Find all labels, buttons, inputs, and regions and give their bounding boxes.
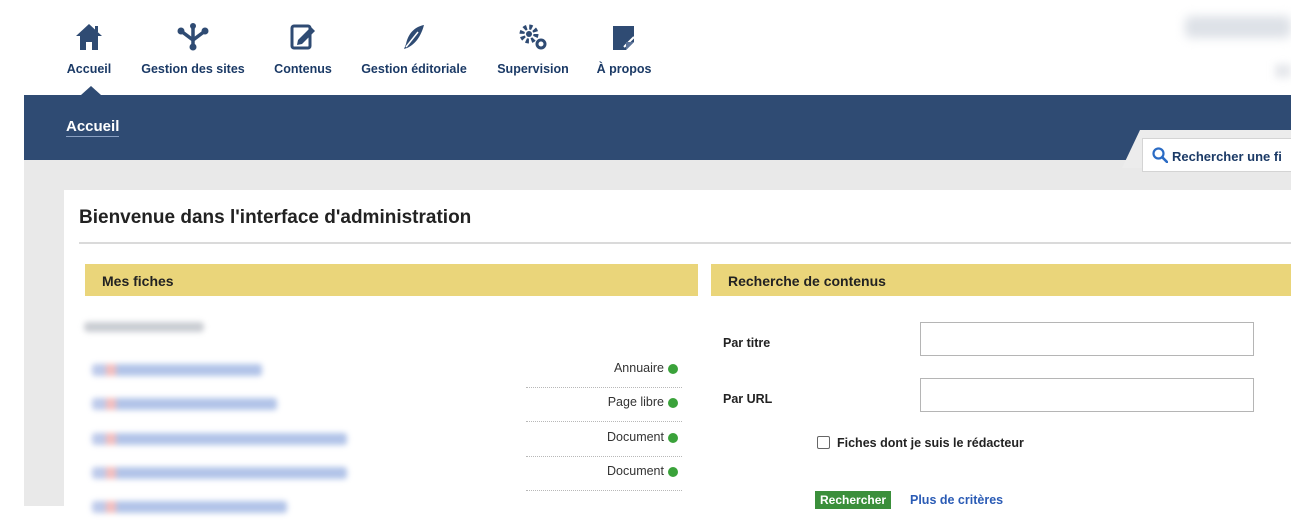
user-menu-area[interactable] [1185,16,1291,38]
home-icon [66,22,112,58]
edit-content-icon [272,22,334,58]
sheet-link-blurred[interactable] [92,433,347,445]
status-dot [668,433,678,443]
page-header-bar: Accueil [24,95,1291,160]
gears-icon [494,22,572,58]
sheet-type: Document [607,464,664,478]
sheet-type: Page libre [607,395,664,409]
by-title-input[interactable] [920,322,1254,356]
search-button[interactable]: Rechercher [815,491,892,509]
feather-icon [357,22,471,58]
my-sheets-header: Mes fiches [85,264,698,296]
about-icon [593,22,655,58]
by-title-label: Par titre [723,336,771,350]
active-tab-indicator [81,86,101,95]
author-checkbox[interactable] [817,436,830,449]
nav-item-accueil[interactable]: Accueil [66,22,112,76]
status-dot [668,467,678,477]
blurred-element [1275,64,1291,78]
nav-item-contenus[interactable]: Contenus [272,22,334,76]
my-sheets-title: Mes fiches [102,273,174,289]
sheet-link-blurred[interactable] [92,398,277,410]
list-item[interactable]: Page libre [92,388,682,422]
list-item[interactable]: Document [92,457,682,491]
author-checkbox-label: Fiches dont je suis le rédacteur [837,436,1024,450]
sheet-link-blurred[interactable] [92,467,347,479]
sites-network-icon [138,22,248,58]
top-navigation: Accueil Gestion des sites Contenus Gesti… [0,0,1291,95]
nav-item-supervision[interactable]: Supervision [494,22,572,76]
nav-item-label: Gestion éditoriale [361,62,467,76]
nav-item-gestion-des-sites[interactable]: Gestion des sites [138,22,248,76]
search-icon [1152,147,1169,168]
content-search-title: Recherche de contenus [728,273,886,289]
divider [79,242,1291,244]
nav-item-label: À propos [596,62,652,76]
status-dot [668,398,678,408]
dashboard-panel: Bienvenue dans l'interface d'administrat… [64,190,1291,513]
sheet-type: Annuaire [613,361,664,375]
list-item[interactable]: Annuaire [92,354,682,388]
by-url-label: Par URL [723,392,773,406]
content-search-header: Recherche de contenus [711,264,1291,296]
nav-item-label: Supervision [497,62,569,76]
nav-item-label: Contenus [274,62,332,76]
sheet-type: Document [607,430,664,444]
by-url-input[interactable] [920,378,1254,412]
nav-item-label: Accueil [66,62,112,76]
welcome-heading: Bienvenue dans l'interface d'administrat… [79,207,472,228]
nav-item-gestion-editoriale[interactable]: Gestion éditoriale [357,22,471,76]
list-item[interactable]: Document [92,423,682,457]
more-criteria-link[interactable]: Plus de critères [910,493,1003,507]
search-tab-label: Rechercher une fi [1172,149,1282,164]
list-item[interactable] [92,491,682,525]
status-dot [668,364,678,374]
sheet-link-blurred[interactable] [92,364,262,376]
row-separator [526,421,682,422]
nav-item-label: Gestion des sites [141,62,245,76]
nav-item-a-propos[interactable]: À propos [593,22,655,76]
sheet-link-blurred[interactable] [92,501,287,513]
blurred-filter-label [84,322,204,332]
search-sheet-tab[interactable]: Rechercher une fi [1122,130,1291,172]
page-title: Accueil [66,118,120,137]
